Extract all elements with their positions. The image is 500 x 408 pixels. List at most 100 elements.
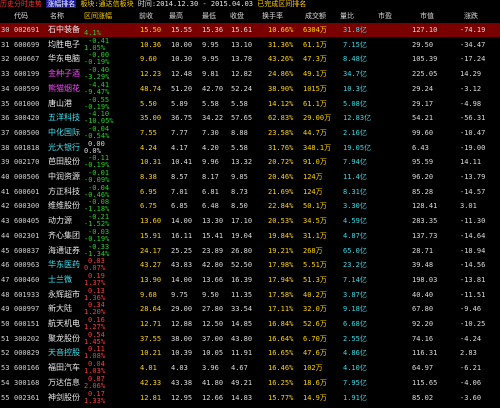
- row-index: 36: [1, 114, 10, 123]
- cell-c3: 3.96: [202, 364, 219, 373]
- stock-code: 600166: [14, 364, 40, 373]
- table-row[interactable]: 54 300168 万达信息 0.87 2.06% 42.33 43.38 41.80 49.2…: [0, 375, 500, 390]
- cell-c2: 14.00: [171, 275, 193, 284]
- stock-name: 金种子酒: [48, 69, 80, 79]
- cell-c6: 5.51万: [303, 261, 327, 270]
- table-row[interactable]: 37 600500 中化国际 -0.04 -0.54% 7.55 7.77 7.30 8.88 2…: [0, 125, 500, 140]
- cell-c10: -34.47: [460, 40, 486, 49]
- stock-table-body: 30 002691 石中装备 4.1% 15.50 15.55 15.36 15.61 10.6…: [0, 23, 500, 408]
- cell-c1: 43.27: [140, 261, 162, 270]
- cell-c4: 43.80: [231, 334, 253, 343]
- table-row[interactable]: 52 000829 天音控股 0.11 1.08% 10.21 10.39 10.05 11.9…: [0, 346, 500, 360]
- header-pe[interactable]: 市盈: [378, 10, 392, 23]
- cell-c2: 6.85: [171, 202, 188, 211]
- cell-c7: 7.94亿: [343, 158, 367, 167]
- cell-c9: 116.31: [412, 349, 438, 358]
- cell-c9: 225.05: [412, 70, 438, 79]
- title-sector[interactable]: 板块:通达信板块: [80, 0, 133, 8]
- cell-c3: 12.66: [202, 393, 224, 402]
- cell-c4: 26.80: [231, 246, 253, 255]
- stock-name: 航天机电: [48, 319, 80, 328]
- table-row[interactable]: 34 600599 熊猫烟花 -4.41 -9.47% 48.74 51.20 42.70 52…: [0, 81, 500, 96]
- header-delta[interactable]: 涨跌: [464, 10, 478, 23]
- change-percent: -0.09%: [84, 176, 110, 184]
- change-percent: 1.37%: [84, 278, 106, 287]
- cell-c9: 67.80: [412, 305, 434, 314]
- stock-code: 600199: [14, 70, 40, 79]
- table-row[interactable]: 47 600460 士兰微 0.19 1.37% 13.90 14.00 13.66 16.39…: [0, 272, 500, 287]
- stock-name: 均胜电子: [48, 39, 80, 49]
- table-row[interactable]: 41 600601 方正科技 -0.04 -0.46% 6.95 7.01 6.81 8.73 2…: [0, 184, 500, 199]
- table-row[interactable]: 30 002691 石中装备 4.1% 15.50 15.55 15.36 15.61 10.6…: [0, 23, 500, 37]
- title-date-range: 时间:2014.12.30 - 2015.04.03: [137, 0, 254, 8]
- cell-c6: 61.1万: [303, 99, 327, 108]
- cell-c10: 14.11: [460, 158, 482, 167]
- row-index: 55: [1, 393, 10, 402]
- table-row[interactable]: 31 600699 均胜电子 -0.41 1.05% 10.36 10.00 9.95 13.1…: [0, 37, 500, 52]
- table-row[interactable]: 36 300420 五洋科技 -4.10 -10.05% 35.00 36.75 34.22 5…: [0, 111, 500, 125]
- table-row[interactable]: 50 600151 航天机电 0.16 1.27% 12.71 12.88 12.50 14.8…: [0, 317, 500, 331]
- table-row[interactable]: 46 000963 华东医药 0.03 0.07% 43.27 43.83 42.80 52.5…: [0, 258, 500, 272]
- row-index: 54: [1, 378, 10, 387]
- cell-c9: 128.41: [412, 202, 438, 211]
- cell-c3: 13.66: [202, 275, 224, 284]
- header-high[interactable]: 最高: [169, 10, 183, 23]
- table-row[interactable]: 38 601818 光大银行 0.00 0.0% 4.24 4.17 4.20 5.58 31.7…: [0, 140, 500, 155]
- cell-c2: 10.41: [171, 158, 193, 167]
- header-amount[interactable]: 成交额: [305, 10, 326, 23]
- cell-c4: 12.82: [231, 70, 253, 79]
- cell-c5: 16.64%: [268, 334, 294, 343]
- table-row[interactable]: 40 000506 中润资源 -0.01 -0.09% 8.38 8.57 8.17 9.85 2…: [0, 170, 500, 184]
- cell-c3: 13.30: [202, 217, 224, 226]
- cell-c2: 51.20: [171, 84, 193, 93]
- cell-c9: 95.59: [412, 158, 434, 167]
- table-row[interactable]: 48 601933 永辉超市 0.13 1.36% 9.68 9.75 9.50 11.35 17…: [0, 287, 500, 302]
- table-header: 代码 名称 区间涨幅 前收 最高 最低 收盘 换手率 成交额 量比 市盈 市值 …: [0, 10, 500, 23]
- stock-name: 维维股份: [48, 201, 80, 211]
- table-row[interactable]: 53 600166 福田汽车 0.04 1.03% 4.01 4.03 3.96 4.67 16.…: [0, 361, 500, 375]
- table-row[interactable]: 39 002170 芭田股份 -0.11 -0.19% 10.31 10.41 9.96 13.…: [0, 155, 500, 169]
- table-row[interactable]: 42 600300 维维股份 -0.08 -1.18% 6.75 6.85 6.48 8.50 2…: [0, 199, 500, 213]
- cell-c3: 37.00: [202, 334, 224, 343]
- header-change[interactable]: 区间涨幅: [84, 10, 112, 23]
- header-turnover[interactable]: 换手率: [262, 10, 283, 23]
- cell-c6: 49.1万: [303, 70, 327, 79]
- cell-c5: 16.84%: [268, 320, 294, 328]
- title-history-trend[interactable]: 历史分时走势: [0, 0, 42, 8]
- title-ranking-mode[interactable]: 涨幅排名: [46, 0, 77, 8]
- cell-c1: 7.55: [140, 128, 157, 137]
- table-row[interactable]: 35 601000 唐山港 -0.55 -0.19% 5.50 5.89 5.58 5.58 14…: [0, 96, 500, 111]
- header-name[interactable]: 名称: [50, 10, 64, 23]
- table-row[interactable]: 43 600405 动力源 -0.21 -1.52% 13.60 14.00 13.30 17.…: [0, 214, 500, 228]
- table-row[interactable]: 44 002301 齐心集团 -0.03 -0.19% 15.91 16.11 15.41 19…: [0, 228, 500, 243]
- header-close[interactable]: 收盘: [230, 10, 244, 23]
- table-row[interactable]: 49 000997 新大陆 0.34 1.20% 28.64 29.00 27.80 33.54…: [0, 302, 500, 316]
- cell-c6: 51.3万: [303, 275, 327, 284]
- header-code[interactable]: 代码: [14, 10, 28, 23]
- table-row[interactable]: 55 002361 神剑股份 0.17 1.33% 12.81 12.95 12.66 14.8…: [0, 390, 500, 405]
- cell-c1: 4.01: [140, 364, 157, 373]
- header-price[interactable]: 前收: [139, 10, 153, 23]
- stock-code: 000506: [14, 173, 40, 181]
- cell-c4: 14.83: [231, 393, 253, 402]
- cell-c10: -56.31: [460, 114, 486, 123]
- stock-name: 石中装备: [48, 25, 80, 34]
- header-vol[interactable]: 量比: [340, 10, 354, 23]
- table-row[interactable]: 32 600667 华东电脑 -0.00 -0.19% 9.60 10.30 9.95 13.7…: [0, 52, 500, 66]
- table-row[interactable]: 51 300202 聚龙股份 0.54 1.45% 37.55 38.00 37.00 43.8…: [0, 331, 500, 346]
- row-index: 43: [1, 217, 10, 226]
- cell-c6: 91.0万: [303, 158, 327, 167]
- cell-c7: 12.83亿: [343, 114, 372, 123]
- cell-c3: 8.17: [202, 173, 219, 181]
- table-row[interactable]: 45 600837 海通证券 -0.33 -1.34% 24.17 25.25 23.89 26…: [0, 243, 500, 258]
- cell-c10: -19.00: [460, 143, 486, 152]
- stock-code: 600699: [14, 40, 40, 49]
- cell-c5: 16.46%: [268, 364, 294, 373]
- cell-c4: 5.58: [231, 99, 248, 108]
- table-row[interactable]: 33 600199 金种子酒 -0.40 -3.29% 12.23 12.48 9.81 12.…: [0, 67, 500, 81]
- header-low[interactable]: 最低: [202, 10, 216, 23]
- cell-c1: 10.31: [140, 158, 162, 167]
- cell-c6: 52.6万: [303, 320, 327, 328]
- cell-c3: 27.80: [202, 305, 224, 314]
- header-cap[interactable]: 市值: [420, 10, 434, 23]
